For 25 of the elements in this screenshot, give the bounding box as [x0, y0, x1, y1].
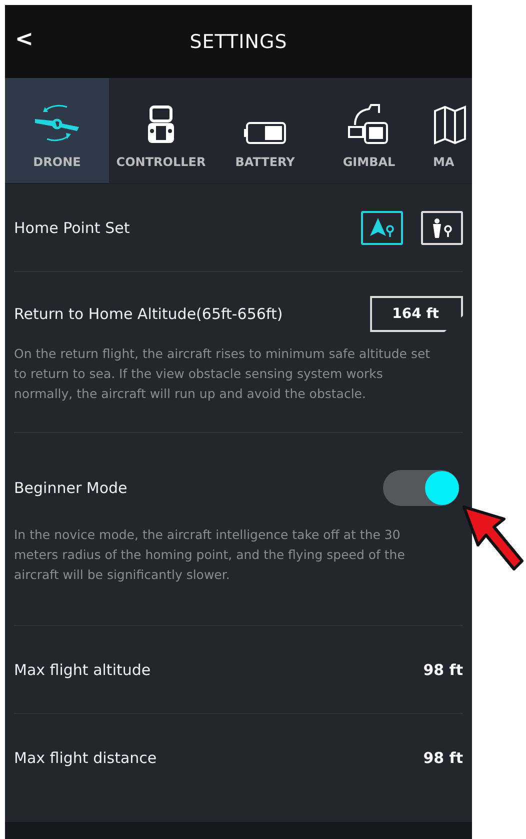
- category-tab[interactable]: DRONE: [5, 78, 109, 183]
- screen-title: SETTINGS: [190, 30, 288, 52]
- setting-value: 98 ft: [423, 748, 463, 766]
- setting-label: Max flight altitude: [14, 660, 151, 678]
- back-button[interactable]: <: [11, 27, 38, 52]
- setting-value: 98 ft: [423, 660, 463, 678]
- setting-label: Return to Home Altitude(65ft-656ft): [14, 305, 283, 323]
- setting-description: On the return flight, the aircraft rises to minimum safe altitude set to return to sea. If the view obstacle sensing system works normally, the aircraft will run up and avoid the obstacle.: [14, 345, 432, 403]
- home-point-option[interactable]: [421, 210, 463, 244]
- setting-label: Home Point Set: [14, 218, 130, 236]
- remote-controller-icon: [146, 105, 176, 145]
- beginner-mode-toggle[interactable]: [383, 470, 459, 506]
- camera-gimbal-icon: [347, 101, 391, 145]
- battery-icon: [243, 121, 287, 145]
- setting-description: In the novice mode, the aircraft intelligence take off at the 30 meters radius of the homing point, and the flying speed of the aircraft will be significantly slower.: [14, 526, 406, 584]
- category-tab[interactable]: GIMBAL: [317, 78, 421, 183]
- setting-label: Max flight distance: [14, 748, 157, 766]
- category-tab[interactable]: CONTROLLER: [109, 78, 213, 183]
- altitude-value-field[interactable]: 164 ft: [370, 296, 463, 332]
- map-icon: [433, 105, 467, 145]
- category-tab[interactable]: BATTERY: [213, 78, 317, 183]
- home-point-option[interactable]: [361, 210, 403, 244]
- setting-label: Beginner Mode: [14, 479, 128, 497]
- category-tab[interactable]: MA: [421, 78, 472, 183]
- aircraft-location-icon: [369, 218, 395, 238]
